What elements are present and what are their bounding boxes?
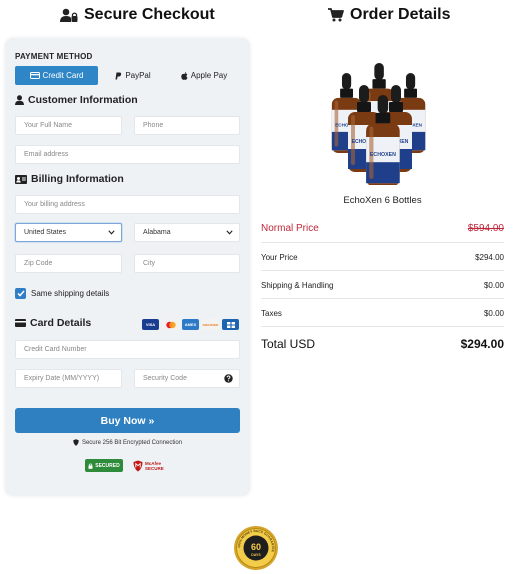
tab-apple-pay-label: Apple Pay [190, 71, 228, 80]
user-lock-icon [60, 8, 78, 22]
order-title: Order Details [350, 6, 451, 23]
user-icon [15, 95, 24, 105]
taxes-value: $0.00 [483, 309, 504, 318]
city-input[interactable]: City [134, 254, 240, 273]
padlock-icon [88, 463, 93, 469]
divider [261, 298, 504, 299]
security-code-input[interactable]: Security Code [134, 369, 240, 388]
id-card-icon [15, 174, 27, 184]
state-value: Alabama [143, 229, 171, 236]
normal-price-row: Normal Price $594.00 [261, 223, 504, 243]
shipping-label: Shipping & Handling [261, 281, 334, 290]
full-name-input[interactable]: Your Full Name [15, 116, 122, 135]
check-icon [16, 290, 25, 297]
security-code-placeholder: Security Code [143, 375, 187, 382]
guarantee-unit: DAYS [251, 553, 261, 557]
payment-tabs: Credit Card PayPal Apple Pay [15, 66, 240, 85]
payment-method-label: PAYMENT METHOD [15, 52, 93, 61]
checkout-header: Secure Checkout [60, 6, 215, 24]
amex-icon: AMEX [182, 319, 199, 330]
customer-info-title: Customer Information [28, 94, 138, 106]
mcafee-shield-icon [133, 460, 143, 471]
shield-icon [73, 439, 79, 446]
email-input[interactable]: Email address [15, 145, 240, 164]
billing-address-input[interactable]: Your billing address [15, 195, 240, 214]
product-name: EchoXen 6 Bottles [343, 195, 422, 206]
credit-card-icon [15, 319, 26, 327]
zip-code-input[interactable]: Zip Code [15, 254, 122, 273]
secure-connection-text: Secure 256 Bit Encrypted Connection [81, 439, 183, 446]
total-label: Total USD [261, 337, 316, 351]
buy-now-button[interactable]: Buy Now » [15, 408, 240, 433]
sectigo-badge: SECURED [85, 459, 123, 472]
total-row: Total USD $294.00 [261, 337, 504, 351]
cart-icon [328, 8, 344, 22]
credit-card-icon [29, 72, 40, 79]
mcafee-text: McAfee SECURE [145, 460, 164, 471]
your-price-value: $294.00 [475, 253, 504, 262]
divider [261, 242, 504, 243]
tab-paypal-label: PayPal [125, 71, 151, 80]
money-back-guarantee-seal: 60 DAYS 100% MONEY BACK GUARANTEE [234, 526, 278, 570]
sectigo-text: SECURED [95, 462, 120, 469]
expiry-date-input[interactable]: Expiry Date (MM/YYYY) [15, 369, 122, 388]
checkbox-checked[interactable] [15, 288, 26, 299]
checkout-title: Secure Checkout [84, 6, 215, 23]
your-price-row: Your Price $294.00 [261, 253, 504, 271]
card-details-section: Card Details [15, 317, 91, 329]
shipping-value: $0.00 [483, 281, 504, 290]
order-header: Order Details [328, 6, 450, 24]
product-image: ECHOXENECHOXENECHOXENECHOXENECHOXENECHOX… [331, 63, 426, 185]
tab-paypal[interactable]: PayPal [98, 66, 168, 85]
same-shipping-checkbox[interactable]: Same shipping details [15, 288, 109, 299]
card-brands: VISA AMEX DISCOVER [142, 319, 239, 330]
tab-credit-card[interactable]: Credit Card [15, 66, 98, 85]
card-number-input[interactable]: Credit Card Number [15, 340, 240, 359]
total-value: $294.00 [460, 337, 504, 351]
state-select[interactable]: Alabama [134, 223, 240, 242]
your-price-label: Your Price [261, 253, 298, 262]
visa-icon: VISA [142, 319, 159, 330]
billing-info-section: Billing Information [15, 173, 124, 185]
apple-icon [181, 71, 188, 80]
customer-info-section: Customer Information [15, 94, 138, 106]
taxes-row: Taxes $0.00 [261, 309, 504, 327]
question-circle-icon[interactable] [224, 374, 233, 383]
guarantee-days: 60 [251, 542, 261, 552]
chevron-down-icon [226, 230, 233, 235]
tab-credit-card-label: Credit Card [42, 71, 84, 80]
bottle-label: ECHOXEN [370, 152, 396, 158]
mastercard-icon [162, 319, 179, 330]
card-details-title: Card Details [30, 317, 92, 329]
discover-icon: DISCOVER [202, 319, 219, 330]
country-select[interactable]: United States [15, 223, 122, 242]
diners-icon [222, 319, 239, 330]
country-value: United States [24, 229, 67, 236]
secure-connection-note: Secure 256 Bit Encrypted Connection [15, 439, 240, 446]
tab-apple-pay[interactable]: Apple Pay [168, 66, 240, 85]
billing-info-title: Billing Information [31, 173, 124, 185]
paypal-icon [115, 72, 122, 79]
taxes-label: Taxes [261, 309, 282, 318]
normal-price-label: Normal Price [261, 223, 319, 234]
shipping-row: Shipping & Handling $0.00 [261, 281, 504, 299]
chevron-down-icon [108, 230, 115, 235]
phone-input[interactable]: Phone [134, 116, 240, 135]
mcafee-badge: McAfee SECURE [133, 458, 173, 473]
divider [261, 270, 504, 271]
same-shipping-label: Same shipping details [31, 289, 110, 298]
normal-price-value: $594.00 [467, 223, 504, 234]
divider [261, 326, 504, 327]
